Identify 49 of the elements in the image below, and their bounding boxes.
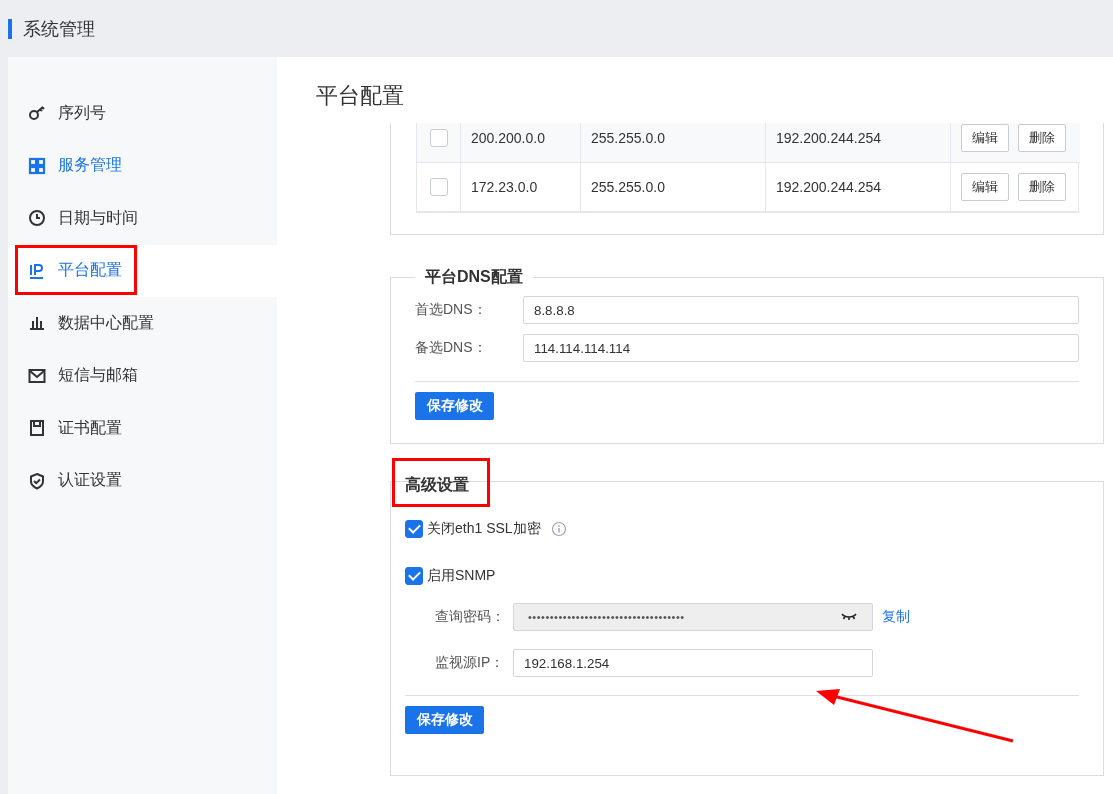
edit-button[interactable]: 编辑 [961,173,1009,201]
sidebar-item[interactable]: 平台配置 [8,244,277,297]
checkbox[interactable] [429,178,448,196]
mail-icon [28,366,46,385]
title-accent-bar [8,18,12,39]
field-label: 查询密码： [435,608,506,626]
key-icon [28,104,46,123]
input-field[interactable]: 114.114.114.114 [523,334,1079,362]
field-label: 监视源IP： [435,654,506,672]
page-title: 平台配置 [316,82,404,110]
sidebar-item[interactable]: 序列号 [8,87,277,140]
field-label: 首选DNS： [415,301,488,319]
section-title: 高级设置 [405,475,469,495]
sidebar-item[interactable]: 日期与时间 [8,192,277,245]
sidebar-item[interactable]: 认证设置 [8,454,277,507]
clock-icon [28,209,46,228]
save-icon [28,419,46,438]
checkbox[interactable] [405,566,423,585]
delete-button[interactable]: 删除 [1018,173,1066,201]
checkbox-label: 启用SNMP [427,566,496,585]
sidebar-item[interactable]: 服务管理 [8,139,277,192]
eye-closed-icon [840,611,858,623]
page-header-title: 系统管理 [23,17,95,41]
copy-link[interactable]: 复制 [882,608,910,626]
grid-icon [28,156,46,175]
sidebar-item[interactable]: 数据中心配置 [8,297,277,350]
bar-chart-icon [28,314,46,333]
checkbox[interactable] [405,519,423,538]
field-label: 备选DNS： [415,339,488,357]
table-cell: 200.200.0.0 [461,123,581,163]
checkbox-label: 关闭eth1 SSL加密 [427,519,541,538]
password-field[interactable]: •••••••••••••••••••••••••••••••••••• [513,603,873,631]
ip-icon [28,261,46,280]
table-cell: 255.255.0.0 [581,163,766,212]
sidebar-item[interactable]: 短信与邮箱 [8,349,277,402]
edit-button[interactable]: 编辑 [961,124,1009,152]
table-cell: 172.23.0.0 [461,163,581,212]
shield-icon [28,471,46,490]
table-cell: 192.200.244.254 [766,123,951,163]
save-button[interactable]: 保存修改 [405,706,484,734]
sidebar-item[interactable]: 证书配置 [8,402,277,455]
delete-button[interactable]: 删除 [1018,124,1066,152]
input-field[interactable]: 192.168.1.254 [513,649,873,677]
input-field[interactable]: 8.8.8.8 [523,296,1079,324]
checkbox[interactable] [429,129,448,147]
save-button[interactable]: 保存修改 [415,392,494,420]
section-title: 平台DNS配置 [424,267,524,287]
table-cell: 192.200.244.254 [766,163,951,212]
table-cell: 255.255.0.0 [581,123,766,163]
